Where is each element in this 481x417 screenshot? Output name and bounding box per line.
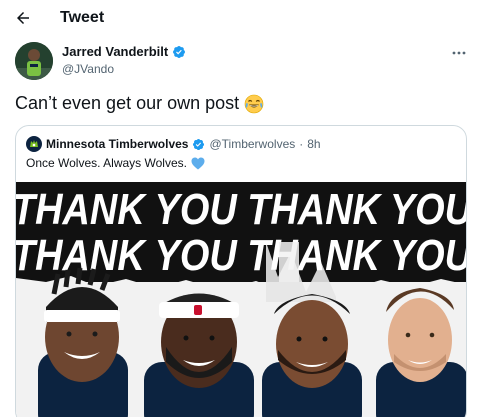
more-options-button[interactable] [446, 44, 472, 62]
banner-line-1: THANK YOU THANK YOU [16, 185, 467, 234]
avatar-image [15, 42, 53, 80]
quoted-author-name[interactable]: Minnesota Timberwolves [46, 137, 188, 151]
quoted-tweet-time[interactable]: 8h [307, 137, 320, 151]
quoted-tweet-media-image[interactable]: THANK YOU THANK YOU THANK YOU THANK YOU [16, 182, 467, 417]
arrow-left-icon [17, 12, 29, 24]
timberwolves-logo-avatar[interactable] [26, 136, 42, 152]
wolf-logo-icon [30, 140, 38, 147]
author-avatar[interactable] [15, 42, 53, 80]
author-name[interactable]: Jarred Vanderbilt [62, 44, 168, 59]
quoted-tweet-header: Minnesota Timberwolves @Timberwolves · 8… [26, 136, 321, 152]
page-title: Tweet [60, 9, 105, 26]
tweet-page: Tweet Jarred Vanderbilt @JVando Can’t ev… [0, 0, 481, 417]
quoted-author-handle: @Timberwolves [209, 137, 296, 151]
top-header: Tweet [0, 0, 481, 38]
author-handle: @JVando [62, 62, 114, 76]
tweet-text: Can’t even get our own post [15, 93, 240, 113]
back-button[interactable] [10, 5, 36, 31]
quoted-tweet-card[interactable]: Minnesota Timberwolves @Timberwolves · 8… [15, 125, 467, 417]
separator-dot: · [299, 137, 304, 151]
quoted-tweet-text-row: Once Wolves. Always Wolves. [26, 156, 205, 170]
quoted-tweet-text: Once Wolves. Always Wolves. [26, 156, 187, 170]
more-horizontal-icon [452, 51, 466, 55]
author-name-row[interactable]: Jarred Vanderbilt [62, 44, 186, 59]
verified-badge-icon [193, 138, 205, 150]
thank-you-graphic: THANK YOU THANK YOU THANK YOU THANK YOU [16, 182, 467, 417]
tweet-text-row: Can’t even get our own post [15, 93, 264, 114]
banner-line-2: THANK YOU THANK YOU [16, 231, 467, 280]
face-with-tears-of-joy-emoji [244, 94, 264, 113]
verified-badge-icon [173, 45, 186, 58]
blue-heart-emoji [191, 157, 205, 169]
